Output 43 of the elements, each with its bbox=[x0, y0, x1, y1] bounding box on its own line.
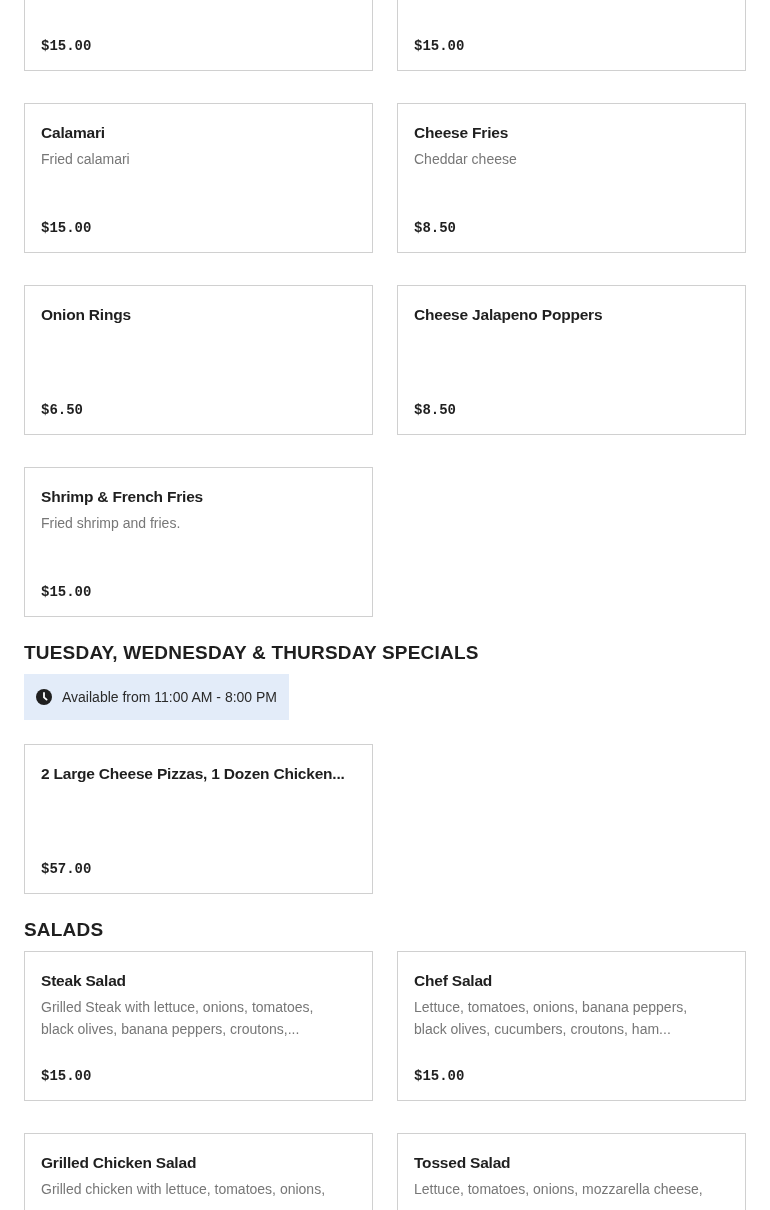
item-price: $15.00 bbox=[41, 38, 93, 54]
section-heading: TUESDAY, WEDNESDAY & THURSDAY SPECIALS bbox=[24, 642, 480, 664]
item-description: Lettuce, tomatoes, onions, mozzarella cheese, bbox=[414, 1180, 704, 1199]
menu-item-card[interactable]: $15.00 bbox=[24, 0, 373, 71]
item-price: $15.00 bbox=[41, 584, 93, 600]
item-name: Cheese Jalapeno Poppers bbox=[414, 305, 604, 325]
item-name: Cheese Fries bbox=[414, 123, 510, 143]
item-price: $8.50 bbox=[414, 220, 457, 236]
item-description: Grilled Steak with lettuce, onions, tomatoes, black olives, banana peppers, croutons,... bbox=[41, 998, 315, 1039]
item-price: $57.00 bbox=[41, 861, 93, 877]
item-description: Lettuce, tomatoes, onions, banana peppers, black olives, cucumbers, croutons, ham... bbox=[414, 998, 689, 1039]
item-price: $8.50 bbox=[414, 402, 457, 418]
item-name: Chef Salad bbox=[414, 971, 494, 991]
menu-item-card[interactable]: Tossed Salad Lettuce, tomatoes, onions, mozzarella cheese, bbox=[397, 1133, 746, 1210]
item-price: $6.50 bbox=[41, 402, 84, 418]
item-name: Calamari bbox=[41, 123, 106, 143]
menu-item-card[interactable]: $15.00 bbox=[397, 0, 746, 71]
item-price: $15.00 bbox=[414, 1068, 466, 1084]
menu-item-card[interactable]: Chef Salad Lettuce, tomatoes, onions, banana peppers, black olives, cucumbers, croutons, ham... $15.00 bbox=[397, 951, 746, 1101]
item-description: Grilled chicken with lettuce, tomatoes, onions, bbox=[41, 1180, 327, 1199]
menu-item-card[interactable]: Calamari Fried calamari $15.00 bbox=[24, 103, 373, 253]
menu-item-card[interactable]: Shrimp & French Fries Fried shrimp and fries. $15.00 bbox=[24, 467, 373, 617]
item-name: Onion Rings bbox=[41, 305, 132, 325]
item-description: Fried calamari bbox=[41, 150, 131, 169]
item-price: $15.00 bbox=[41, 220, 93, 236]
availability-text: Available from 11:00 AM - 8:00 PM bbox=[62, 689, 278, 705]
item-name: Shrimp & French Fries bbox=[41, 487, 205, 507]
item-name: Grilled Chicken Salad bbox=[41, 1153, 198, 1173]
menu-item-card[interactable]: Grilled Chicken Salad Grilled chicken with lettuce, tomatoes, onions, bbox=[24, 1133, 373, 1210]
item-price: $15.00 bbox=[414, 38, 466, 54]
menu-item-card[interactable]: Onion Rings $6.50 bbox=[24, 285, 373, 435]
item-description: Fried shrimp and fries. bbox=[41, 514, 182, 533]
clock-icon bbox=[36, 689, 52, 705]
section-heading: SALADS bbox=[24, 919, 105, 941]
item-name: 2 Large Cheese Pizzas, 1 Dozen Chicken... bbox=[41, 764, 346, 784]
item-description: Cheddar cheese bbox=[414, 150, 518, 169]
menu-item-card[interactable]: Steak Salad Grilled Steak with lettuce, onions, tomatoes, black olives, banana peppers, croutons,... $15.00 bbox=[24, 951, 373, 1101]
menu-item-card[interactable]: Cheese Fries Cheddar cheese $8.50 bbox=[397, 103, 746, 253]
item-name: Steak Salad bbox=[41, 971, 127, 991]
menu-item-card[interactable]: 2 Large Cheese Pizzas, 1 Dozen Chicken... $57.00 bbox=[24, 744, 373, 894]
item-price: $15.00 bbox=[41, 1068, 93, 1084]
menu-item-card[interactable]: Cheese Jalapeno Poppers $8.50 bbox=[397, 285, 746, 435]
item-name: Tossed Salad bbox=[414, 1153, 512, 1173]
